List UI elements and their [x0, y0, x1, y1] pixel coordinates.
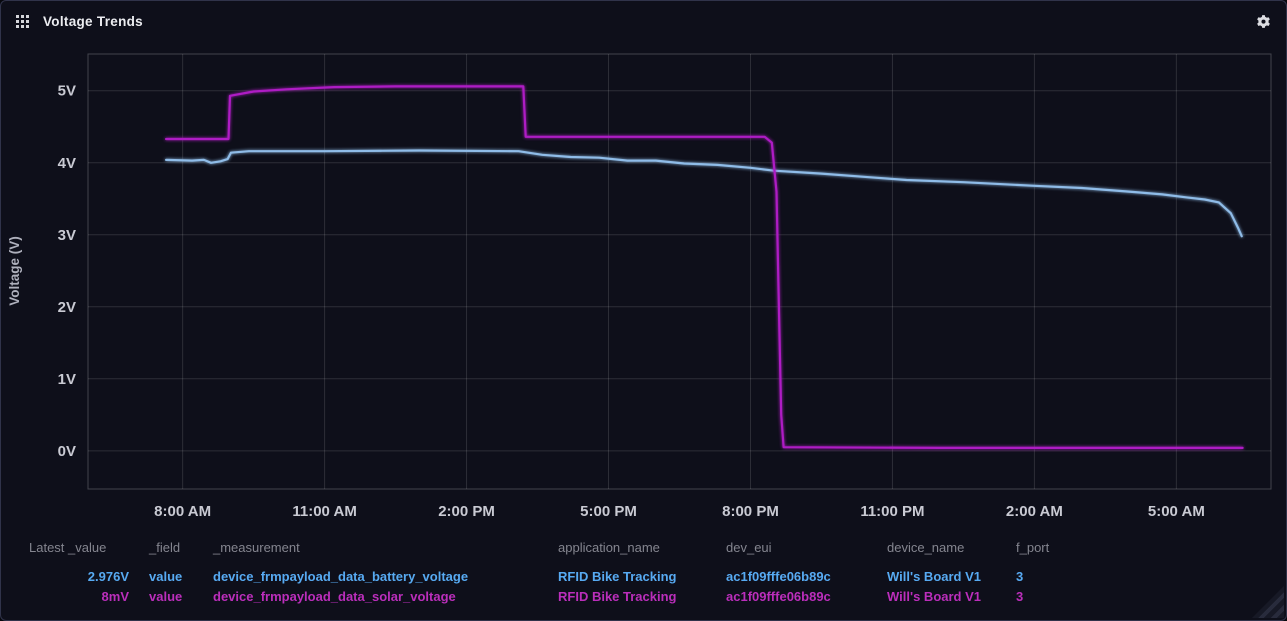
legend-cell-dev-eui: ac1f09fffe06b89c	[726, 567, 872, 587]
svg-text:1V: 1V	[58, 371, 76, 388]
legend-cell-dev-eui: ac1f09fffe06b89c	[726, 587, 872, 607]
legend-cell-application-name: RFID Bike Tracking	[558, 567, 711, 587]
svg-text:5:00 AM: 5:00 AM	[1148, 503, 1205, 520]
svg-text:2V: 2V	[58, 299, 76, 316]
legend-header-f-port: f_port	[1016, 538, 1066, 558]
svg-text:8:00 AM: 8:00 AM	[154, 503, 211, 520]
svg-text:4V: 4V	[58, 155, 76, 172]
svg-text:5:00 PM: 5:00 PM	[580, 503, 637, 520]
legend-header-field: _field	[149, 538, 195, 558]
voltage-trends-panel: Voltage Trends 0V 1V 2V 3V 4V 5V 8:00 AM 11:00 …	[0, 0, 1287, 621]
legend-header-latest-value: Latest _value	[29, 538, 129, 558]
legend-cell-device-name: Will's Board V1	[887, 567, 1001, 587]
svg-text:Voltage (V): Voltage (V)	[7, 236, 22, 306]
legend-cell-field: value	[149, 587, 195, 607]
gear-icon[interactable]	[1255, 13, 1272, 30]
drag-handle-icon[interactable]	[15, 14, 30, 29]
svg-text:5V: 5V	[58, 83, 76, 100]
legend-cell-f-port: 3	[1016, 587, 1066, 607]
panel-header: Voltage Trends	[1, 1, 1286, 41]
svg-text:2:00 AM: 2:00 AM	[1006, 503, 1063, 520]
legend-cell-latest-value: 2.976V	[29, 567, 129, 587]
legend-table: Latest _value _field _measurement applic…	[1, 538, 1286, 607]
legend-header-measurement: _measurement	[213, 538, 543, 558]
svg-text:0V: 0V	[58, 443, 76, 460]
legend-row-battery-voltage[interactable]: 2.976V value device_frmpayload_data_batt…	[29, 567, 1286, 587]
svg-text:2:00 PM: 2:00 PM	[438, 503, 495, 520]
legend-row-solar-voltage[interactable]: 8mV value device_frmpayload_data_solar_v…	[29, 587, 1286, 607]
legend-header-dev-eui: dev_eui	[726, 538, 872, 558]
svg-text:3V: 3V	[58, 227, 76, 244]
legend-cell-latest-value: 8mV	[29, 587, 129, 607]
legend-cell-application-name: RFID Bike Tracking	[558, 587, 711, 607]
legend-cell-measurement: device_frmpayload_data_solar_voltage	[213, 587, 543, 607]
legend-header-device-name: device_name	[887, 538, 1001, 558]
svg-text:11:00 PM: 11:00 PM	[860, 503, 924, 520]
legend-cell-measurement: device_frmpayload_data_battery_voltage	[213, 567, 543, 587]
panel-title: Voltage Trends	[43, 14, 143, 29]
legend-header-row: Latest _value _field _measurement applic…	[29, 538, 1286, 558]
legend-cell-device-name: Will's Board V1	[887, 587, 1001, 607]
legend-cell-f-port: 3	[1016, 567, 1066, 587]
legend-cell-field: value	[149, 567, 195, 587]
svg-text:11:00 AM: 11:00 AM	[292, 503, 356, 520]
svg-text:8:00 PM: 8:00 PM	[722, 503, 779, 520]
voltage-chart[interactable]: 0V 1V 2V 3V 4V 5V 8:00 AM 11:00 AM 2:00 PM 5:00 P…	[1, 1, 1287, 621]
legend-header-application-name: application_name	[558, 538, 711, 558]
